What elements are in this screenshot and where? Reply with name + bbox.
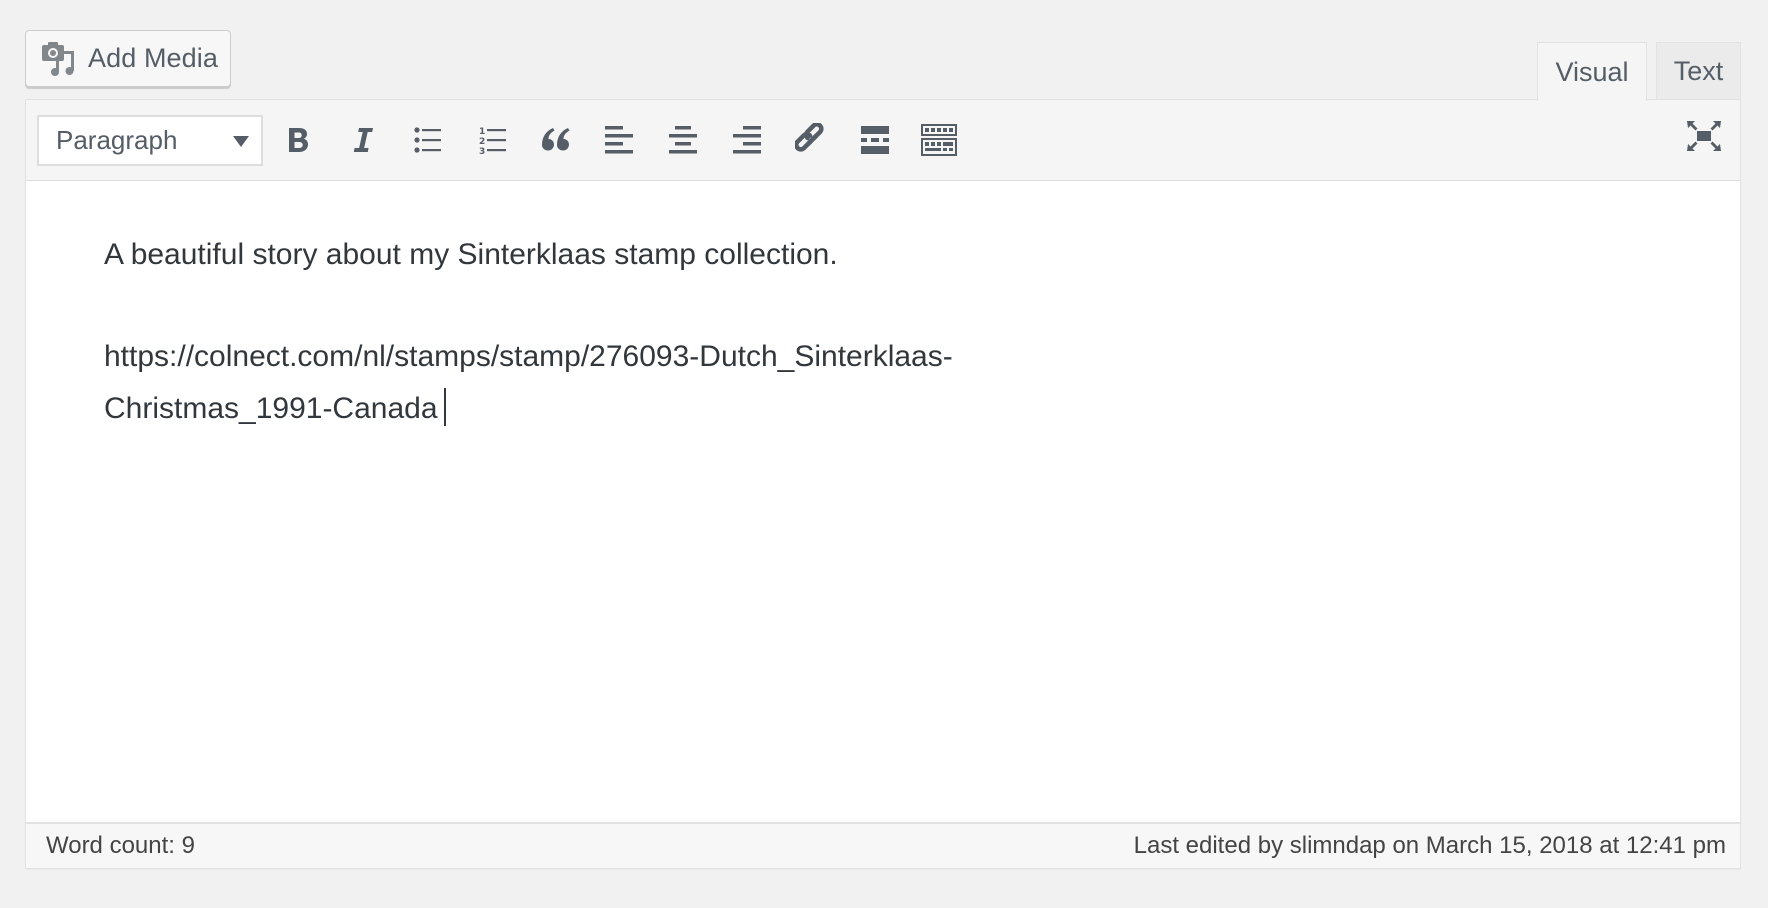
- editor-content[interactable]: A beautiful story about my Sinterklaas s…: [26, 181, 1740, 824]
- svg-text:3: 3: [479, 147, 485, 154]
- bullet-list-button[interactable]: [406, 118, 450, 162]
- add-media-button[interactable]: Add Media: [25, 30, 231, 87]
- camera-music-icon: [42, 41, 74, 76]
- read-more-icon: [861, 126, 889, 154]
- align-center-icon: [669, 126, 697, 154]
- link-icon: [795, 123, 824, 152]
- status-bar: Word count: 9 Last edited by slimndap on…: [26, 822, 1740, 868]
- align-right-icon: [733, 126, 761, 154]
- italic-button[interactable]: [341, 118, 385, 162]
- tab-visual[interactable]: Visual: [1537, 42, 1647, 101]
- toolbar-toggle-button[interactable]: [917, 118, 961, 162]
- format-select-value: Paragraph: [56, 125, 178, 155]
- bullet-list-icon: [414, 127, 441, 153]
- fullscreen-button[interactable]: [1682, 114, 1726, 158]
- align-center-button[interactable]: [661, 118, 705, 162]
- keyboard-icon: [921, 124, 957, 156]
- editor: Paragraph 1 2 3 A beautiful story about …: [25, 99, 1741, 869]
- add-media-label: Add Media: [88, 43, 218, 73]
- last-edited: Last edited by slimndap on March 15, 201…: [1133, 832, 1726, 859]
- align-left-button[interactable]: [597, 118, 641, 162]
- format-select[interactable]: Paragraph: [37, 115, 263, 166]
- bold-icon: [289, 128, 308, 152]
- bold-button[interactable]: [277, 118, 321, 162]
- align-left-icon: [605, 126, 633, 154]
- blockquote-button[interactable]: [534, 118, 578, 162]
- editor-toolbar: Paragraph 1 2 3: [26, 100, 1740, 181]
- numbered-list-button[interactable]: 123: [471, 118, 515, 162]
- text-cursor: [443, 388, 446, 426]
- tab-text[interactable]: Text: [1656, 42, 1741, 100]
- read-more-button[interactable]: [853, 118, 897, 162]
- fullscreen-icon: [1687, 121, 1721, 151]
- word-count: Word count: 9: [46, 832, 195, 859]
- align-right-button[interactable]: [725, 118, 769, 162]
- quote-icon: [542, 128, 570, 151]
- svg-text:2: 2: [479, 137, 485, 147]
- numbered-list-icon: 123: [479, 127, 506, 154]
- content-paragraph: A beautiful story about my Sinterklaas s…: [104, 238, 838, 271]
- content-paragraph: https://colnect.com/nl/stamps/stamp/2760…: [104, 331, 1104, 435]
- insert-link-button[interactable]: [790, 118, 834, 162]
- svg-text:1: 1: [479, 127, 485, 137]
- italic-icon: [353, 128, 373, 152]
- content-url-text: https://colnect.com/nl/stamps/stamp/2760…: [104, 340, 953, 425]
- chevron-down-icon: [233, 136, 249, 147]
